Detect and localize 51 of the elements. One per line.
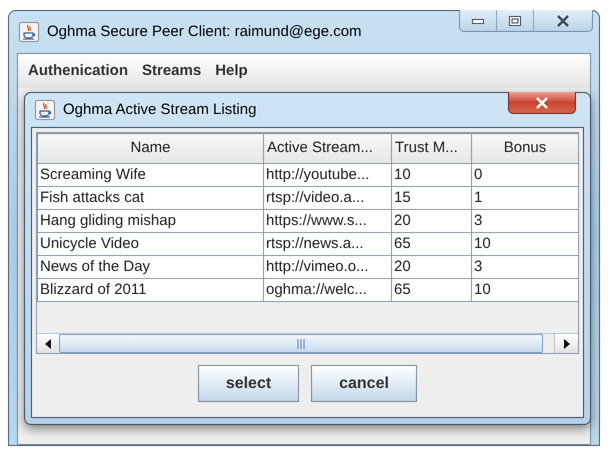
close-icon	[556, 14, 570, 26]
table-cell: 10	[472, 278, 578, 302]
cancel-button[interactable]: cancel	[311, 365, 417, 402]
menu-item[interactable]: Streams	[142, 60, 202, 82]
close-button[interactable]	[508, 92, 576, 114]
scroll-right-button[interactable]	[554, 334, 578, 353]
cup-icon	[19, 22, 39, 42]
table-cell: Hang gliding mishap	[38, 210, 264, 232]
table-cell: oghma://welc...	[264, 278, 392, 302]
table-cell: 10	[392, 164, 472, 186]
table-cell: rtsp://news.a...	[264, 232, 392, 256]
scroll-left-button[interactable]	[37, 334, 59, 353]
window-title: Oghma Secure Peer Client: raimund@ege.com	[47, 22, 362, 42]
cup-icon	[35, 100, 55, 120]
table-cell: http://vimeo.o...	[264, 256, 392, 278]
table-cell: Blizzard of 2011	[38, 278, 264, 302]
column-header[interactable]: Active Stream...	[264, 134, 392, 164]
dialog-title: Oghma Active Stream Listing	[63, 100, 256, 120]
maximize-button[interactable]	[497, 10, 534, 31]
table-cell: rtsp://video.a...	[264, 186, 392, 210]
table-cell: Fish attacks cat	[38, 186, 264, 210]
table-cell: 3	[472, 256, 578, 278]
table-cell: https://www.s...	[264, 210, 392, 232]
table-cell: 1	[472, 186, 578, 210]
table-cell: Unicycle Video	[38, 232, 264, 256]
table-cell: Screaming Wife	[38, 164, 264, 186]
table-cell: 0	[472, 164, 578, 186]
column-header[interactable]: Name	[38, 134, 264, 164]
table-cell: 20	[392, 256, 472, 278]
table-cell: News of the Day	[38, 256, 264, 278]
table-cell: 15	[392, 186, 472, 210]
table-cell: 65	[392, 232, 472, 256]
column-header[interactable]: Bonus	[472, 134, 578, 164]
scrollbar-thumb[interactable]	[59, 334, 543, 353]
minimize-icon	[472, 18, 484, 24]
right-arrow-icon	[564, 338, 570, 348]
table-cell: 10	[472, 232, 578, 256]
left-arrow-icon	[45, 338, 51, 348]
horizontal-scrollbar[interactable]	[37, 333, 578, 353]
table-cell: 3	[472, 210, 578, 232]
maximize-icon	[509, 16, 521, 26]
column-header[interactable]: Trust M...	[392, 134, 472, 164]
minimize-button[interactable]	[460, 10, 497, 31]
select-button[interactable]: select	[198, 365, 299, 402]
table-cell: 65	[392, 278, 472, 302]
close-icon	[535, 96, 549, 108]
table-cell: 20	[392, 210, 472, 232]
table-cell: http://youtube...	[264, 164, 392, 186]
menu-item[interactable]: Help	[215, 60, 248, 82]
menu-item[interactable]: Authenication	[28, 60, 128, 82]
close-button[interactable]	[534, 10, 592, 31]
